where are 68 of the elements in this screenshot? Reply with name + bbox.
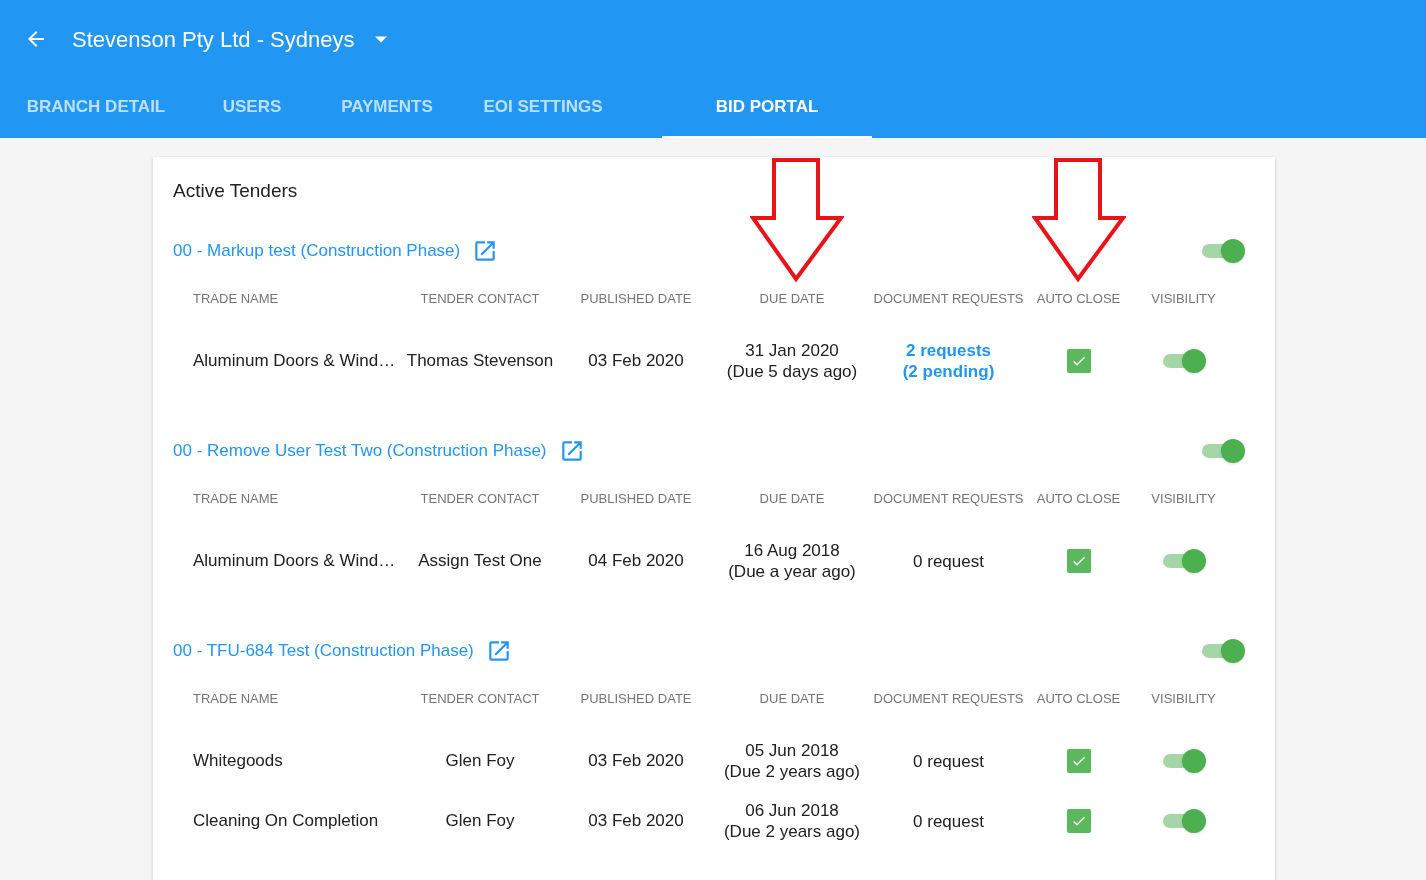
trade-name: Whitegoods <box>193 750 284 773</box>
trade-name: Aluminum Doors & Wind… <box>193 350 397 373</box>
published-date: 04 Feb 2020 <box>587 550 685 573</box>
due-note: (Due 2 years ago) <box>723 821 861 842</box>
column-header: VISIBILITY <box>1150 690 1217 709</box>
visibility-toggle[interactable] <box>1161 551 1206 571</box>
due-date: 31 Jan 2020 <box>745 340 839 361</box>
due-note: (Due a year ago) <box>728 561 856 582</box>
column-header: TRADE NAME <box>193 690 280 709</box>
requests-link[interactable]: 2 requests <box>905 340 991 361</box>
trade-name: Cleaning On Completion <box>193 810 380 833</box>
column-header: AUTO CLOSE <box>1035 490 1122 509</box>
tender-contact: Glen Foy <box>444 750 516 773</box>
column-header: DUE DATE <box>758 490 826 509</box>
tab[interactable]: EOI SETTINGS <box>462 78 624 138</box>
due-date: 06 Jun 2018 <box>745 800 839 821</box>
tab[interactable]: USERS <box>192 78 312 138</box>
auto-close-checkbox[interactable] <box>1066 549 1091 573</box>
column-header: TENDER CONTACT <box>419 290 541 309</box>
section-title: Active Tenders <box>173 179 299 201</box>
published-date: 03 Feb 2020 <box>587 810 685 833</box>
due-date: 16 Aug 2018 <box>744 540 840 561</box>
column-header: AUTO CLOSE <box>1035 290 1122 309</box>
tender-toggle[interactable] <box>1201 641 1245 661</box>
column-header: TENDER CONTACT <box>419 490 541 509</box>
dropdown-caret-icon[interactable] <box>374 35 387 43</box>
column-header: DUE DATE <box>758 290 826 309</box>
column-header: TENDER CONTACT <box>419 690 541 709</box>
tab[interactable]: PAYMENTS <box>312 78 462 138</box>
requests-count: 0 request <box>913 750 984 772</box>
trade-name: Aluminum Doors & Wind… <box>193 550 397 573</box>
tender-contact: Thomas Stevenson <box>405 350 555 373</box>
due-note: (Due 5 days ago) <box>726 361 858 382</box>
auto-close-checkbox[interactable] <box>1066 809 1091 833</box>
due-note: (Due 2 years ago) <box>723 761 861 782</box>
published-date: 03 Feb 2020 <box>587 350 685 373</box>
column-header: VISIBILITY <box>1150 490 1217 509</box>
tab[interactable]: BRANCH DETAIL <box>0 78 192 138</box>
visibility-toggle[interactable] <box>1161 811 1206 831</box>
column-header: VISIBILITY <box>1150 290 1217 309</box>
visibility-toggle[interactable] <box>1161 751 1206 771</box>
visibility-toggle[interactable] <box>1161 351 1206 371</box>
column-header: DOCUMENT REQUESTS <box>872 690 1025 709</box>
column-header: PUBLISHED DATE <box>579 490 693 509</box>
tender-contact: Glen Foy <box>444 810 516 833</box>
requests-count: 0 request <box>913 550 984 572</box>
column-header: DOCUMENT REQUESTS <box>872 290 1025 309</box>
requests-count: 0 request <box>913 810 984 832</box>
published-date: 03 Feb 2020 <box>587 750 685 773</box>
branch-title: Stevenson Pty Ltd - Sydneys <box>72 25 355 54</box>
column-header: DOCUMENT REQUESTS <box>872 490 1025 509</box>
tender-link[interactable]: 00 - Remove User Test Two (Construction Phase) <box>173 438 547 464</box>
tender-link[interactable]: 00 - TFU-684 Test (Construction Phase) <box>173 638 474 664</box>
column-header: DUE DATE <box>758 690 826 709</box>
column-header: AUTO CLOSE <box>1035 690 1122 709</box>
tender-toggle[interactable] <box>1201 241 1245 261</box>
column-header: PUBLISHED DATE <box>579 290 693 309</box>
tender-contact: Assign Test One <box>417 550 543 573</box>
tab[interactable]: BID PORTAL <box>662 78 872 138</box>
tender-link[interactable]: 00 - Markup test (Construction Phase) <box>173 238 461 264</box>
column-header: TRADE NAME <box>193 290 280 309</box>
tender-toggle[interactable] <box>1201 441 1245 461</box>
requests-link[interactable]: (2 pending) <box>902 361 995 382</box>
column-header: TRADE NAME <box>193 490 280 509</box>
auto-close-checkbox[interactable] <box>1066 349 1091 373</box>
column-header: PUBLISHED DATE <box>579 690 693 709</box>
due-date: 05 Jun 2018 <box>745 740 839 761</box>
auto-close-checkbox[interactable] <box>1066 749 1091 773</box>
